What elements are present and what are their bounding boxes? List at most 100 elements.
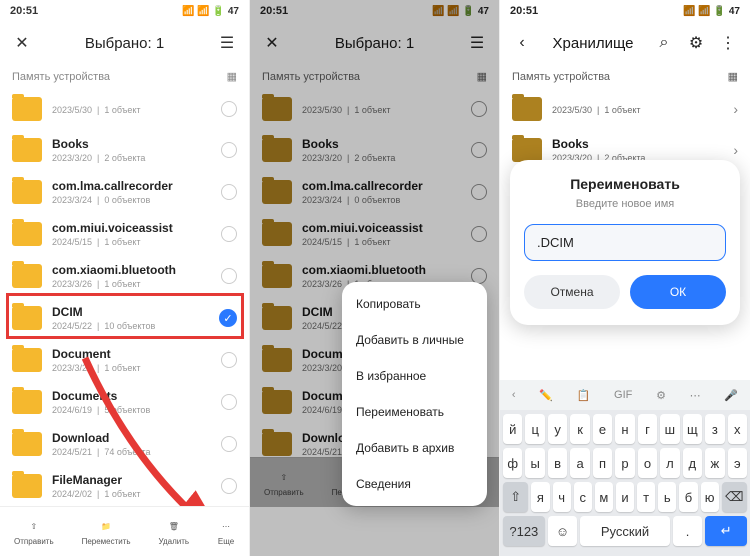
key[interactable]: ц [525, 414, 544, 444]
key[interactable]: ч [553, 482, 571, 512]
key-space[interactable]: Русский [580, 516, 669, 546]
select-radio[interactable] [221, 436, 237, 452]
key[interactable]: г [638, 414, 657, 444]
key[interactable]: н [615, 414, 634, 444]
folder-item[interactable]: com.miui.voiceassist 2024/5/15 | 1 объек… [0, 213, 249, 255]
key[interactable]: к [570, 414, 589, 444]
menu-archive[interactable]: Добавить в архив [342, 430, 487, 466]
select-radio[interactable] [221, 226, 237, 242]
filter-icon[interactable]: ⚙ [684, 31, 708, 55]
key[interactable]: б [679, 482, 697, 512]
back-icon[interactable]: ‹ [510, 31, 534, 55]
key[interactable]: ю [701, 482, 719, 512]
key[interactable]: и [616, 482, 634, 512]
selected-check-icon[interactable]: ✓ [219, 309, 237, 327]
key[interactable]: й [503, 414, 522, 444]
folder-item[interactable]: FileManager 2024/2/02 | 1 объект [0, 465, 249, 507]
key[interactable]: л [660, 448, 679, 478]
folder-name: DCIM [52, 305, 209, 319]
search-icon[interactable]: ⌕ [652, 31, 676, 55]
folder-item[interactable]: Books 2023/3/20 | 2 объекта [0, 129, 249, 171]
folder-name: Books [52, 137, 211, 151]
select-radio[interactable] [221, 478, 237, 494]
folder-icon [12, 97, 42, 121]
menu-favorite[interactable]: В избранное [342, 358, 487, 394]
select-radio[interactable] [221, 184, 237, 200]
status-bar: 20:51 📶 📶 🔋47 [500, 0, 750, 22]
select-radio[interactable] [221, 142, 237, 158]
rename-input[interactable] [524, 224, 726, 261]
key[interactable]: я [531, 482, 549, 512]
key[interactable]: ж [705, 448, 724, 478]
folder-name: com.lma.callrecorder [52, 179, 211, 193]
context-menu: Копировать Добавить в личные В избранное… [342, 282, 487, 506]
key[interactable]: щ [683, 414, 702, 444]
folder-icon [12, 222, 42, 246]
menu-copy[interactable]: Копировать [342, 286, 487, 322]
select-radio[interactable] [221, 268, 237, 284]
dialog-subtitle: Введите новое имя [524, 198, 726, 210]
screen-3: 20:51 📶 📶 🔋47 ‹ Хранилище ⌕ ⚙ ⋮ Память у… [500, 0, 750, 556]
key[interactable]: з [705, 414, 724, 444]
key[interactable]: с [574, 482, 592, 512]
more-icon[interactable]: ⋮ [716, 31, 740, 55]
folder-item[interactable]: com.xiaomi.bluetooth 2023/3/26 | 1 объек… [0, 255, 249, 297]
folder-icon [512, 97, 542, 121]
menu-private[interactable]: Добавить в личные [342, 322, 487, 358]
chevron-right-icon: › [733, 101, 738, 117]
key[interactable]: ф [503, 448, 522, 478]
key-emoji[interactable]: ☺ [548, 516, 578, 546]
send-button[interactable]: ⇧Отправить [14, 517, 54, 546]
menu-rename[interactable]: Переименовать [342, 394, 487, 430]
key-backspace[interactable]: ⌫ [722, 482, 747, 512]
more-button[interactable]: ⋯Еще [217, 517, 235, 546]
folder-item[interactable]: Documents 2024/6/19 | 5 объектов [0, 381, 249, 423]
key-enter[interactable]: ↵ [705, 516, 747, 546]
grid-view-icon[interactable]: ▦ [728, 70, 738, 83]
folder-item[interactable]: DCIM 2024/5/22 | 10 объектов ✓ [0, 297, 249, 339]
menu-info[interactable]: Сведения [342, 466, 487, 502]
key[interactable]: ш [660, 414, 679, 444]
key[interactable]: е [593, 414, 612, 444]
key[interactable]: ы [525, 448, 544, 478]
key-symbols[interactable]: ?123 [503, 516, 545, 546]
move-button[interactable]: 📁Переместить [82, 517, 131, 546]
folder-icon [12, 180, 42, 204]
select-radio[interactable] [221, 352, 237, 368]
key[interactable]: д [683, 448, 702, 478]
folder-item[interactable]: Download 2024/5/21 | 74 объекта [0, 423, 249, 465]
grid-view-icon[interactable]: ▦ [227, 70, 237, 83]
select-radio[interactable] [221, 394, 237, 410]
cancel-button[interactable]: Отмена [524, 275, 620, 309]
folder-meta: 2023/3/24 | 0 объектов [52, 195, 211, 205]
close-icon[interactable]: ✕ [10, 31, 34, 55]
folder-item[interactable]: 2023/5/30 | 1 объект › [500, 89, 750, 129]
delete-button[interactable]: 🗑Удалить [159, 517, 190, 546]
select-radio[interactable] [221, 101, 237, 117]
folder-meta: 2023/3/20 | 2 объекта [52, 153, 211, 163]
key-dot[interactable]: . [673, 516, 703, 546]
key[interactable]: м [595, 482, 613, 512]
folder-item[interactable]: 2023/5/30 | 1 объект [0, 89, 249, 129]
folder-name: Books [552, 137, 723, 151]
folder-item[interactable]: com.lma.callrecorder 2023/3/24 | 0 объек… [0, 171, 249, 213]
key[interactable]: р [615, 448, 634, 478]
key[interactable]: о [638, 448, 657, 478]
folder-meta: 2024/5/21 | 74 объекта [52, 447, 211, 457]
key[interactable]: у [548, 414, 567, 444]
key[interactable]: т [637, 482, 655, 512]
folder-meta: 2023/3/26 | 1 объект [52, 279, 211, 289]
folder-icon [12, 264, 42, 288]
key-shift[interactable]: ⇧ [503, 482, 528, 512]
key[interactable]: ь [658, 482, 676, 512]
header: ‹ Хранилище ⌕ ⚙ ⋮ [500, 22, 750, 64]
key[interactable]: в [548, 448, 567, 478]
key[interactable]: а [570, 448, 589, 478]
key[interactable]: п [593, 448, 612, 478]
key[interactable]: э [728, 448, 747, 478]
key[interactable]: х [728, 414, 747, 444]
folder-item[interactable]: Document 2023/3/20 | 1 объект [0, 339, 249, 381]
sort-icon[interactable]: ☰ [215, 31, 239, 55]
ok-button[interactable]: ОК [630, 275, 726, 309]
folder-icon [12, 306, 42, 330]
